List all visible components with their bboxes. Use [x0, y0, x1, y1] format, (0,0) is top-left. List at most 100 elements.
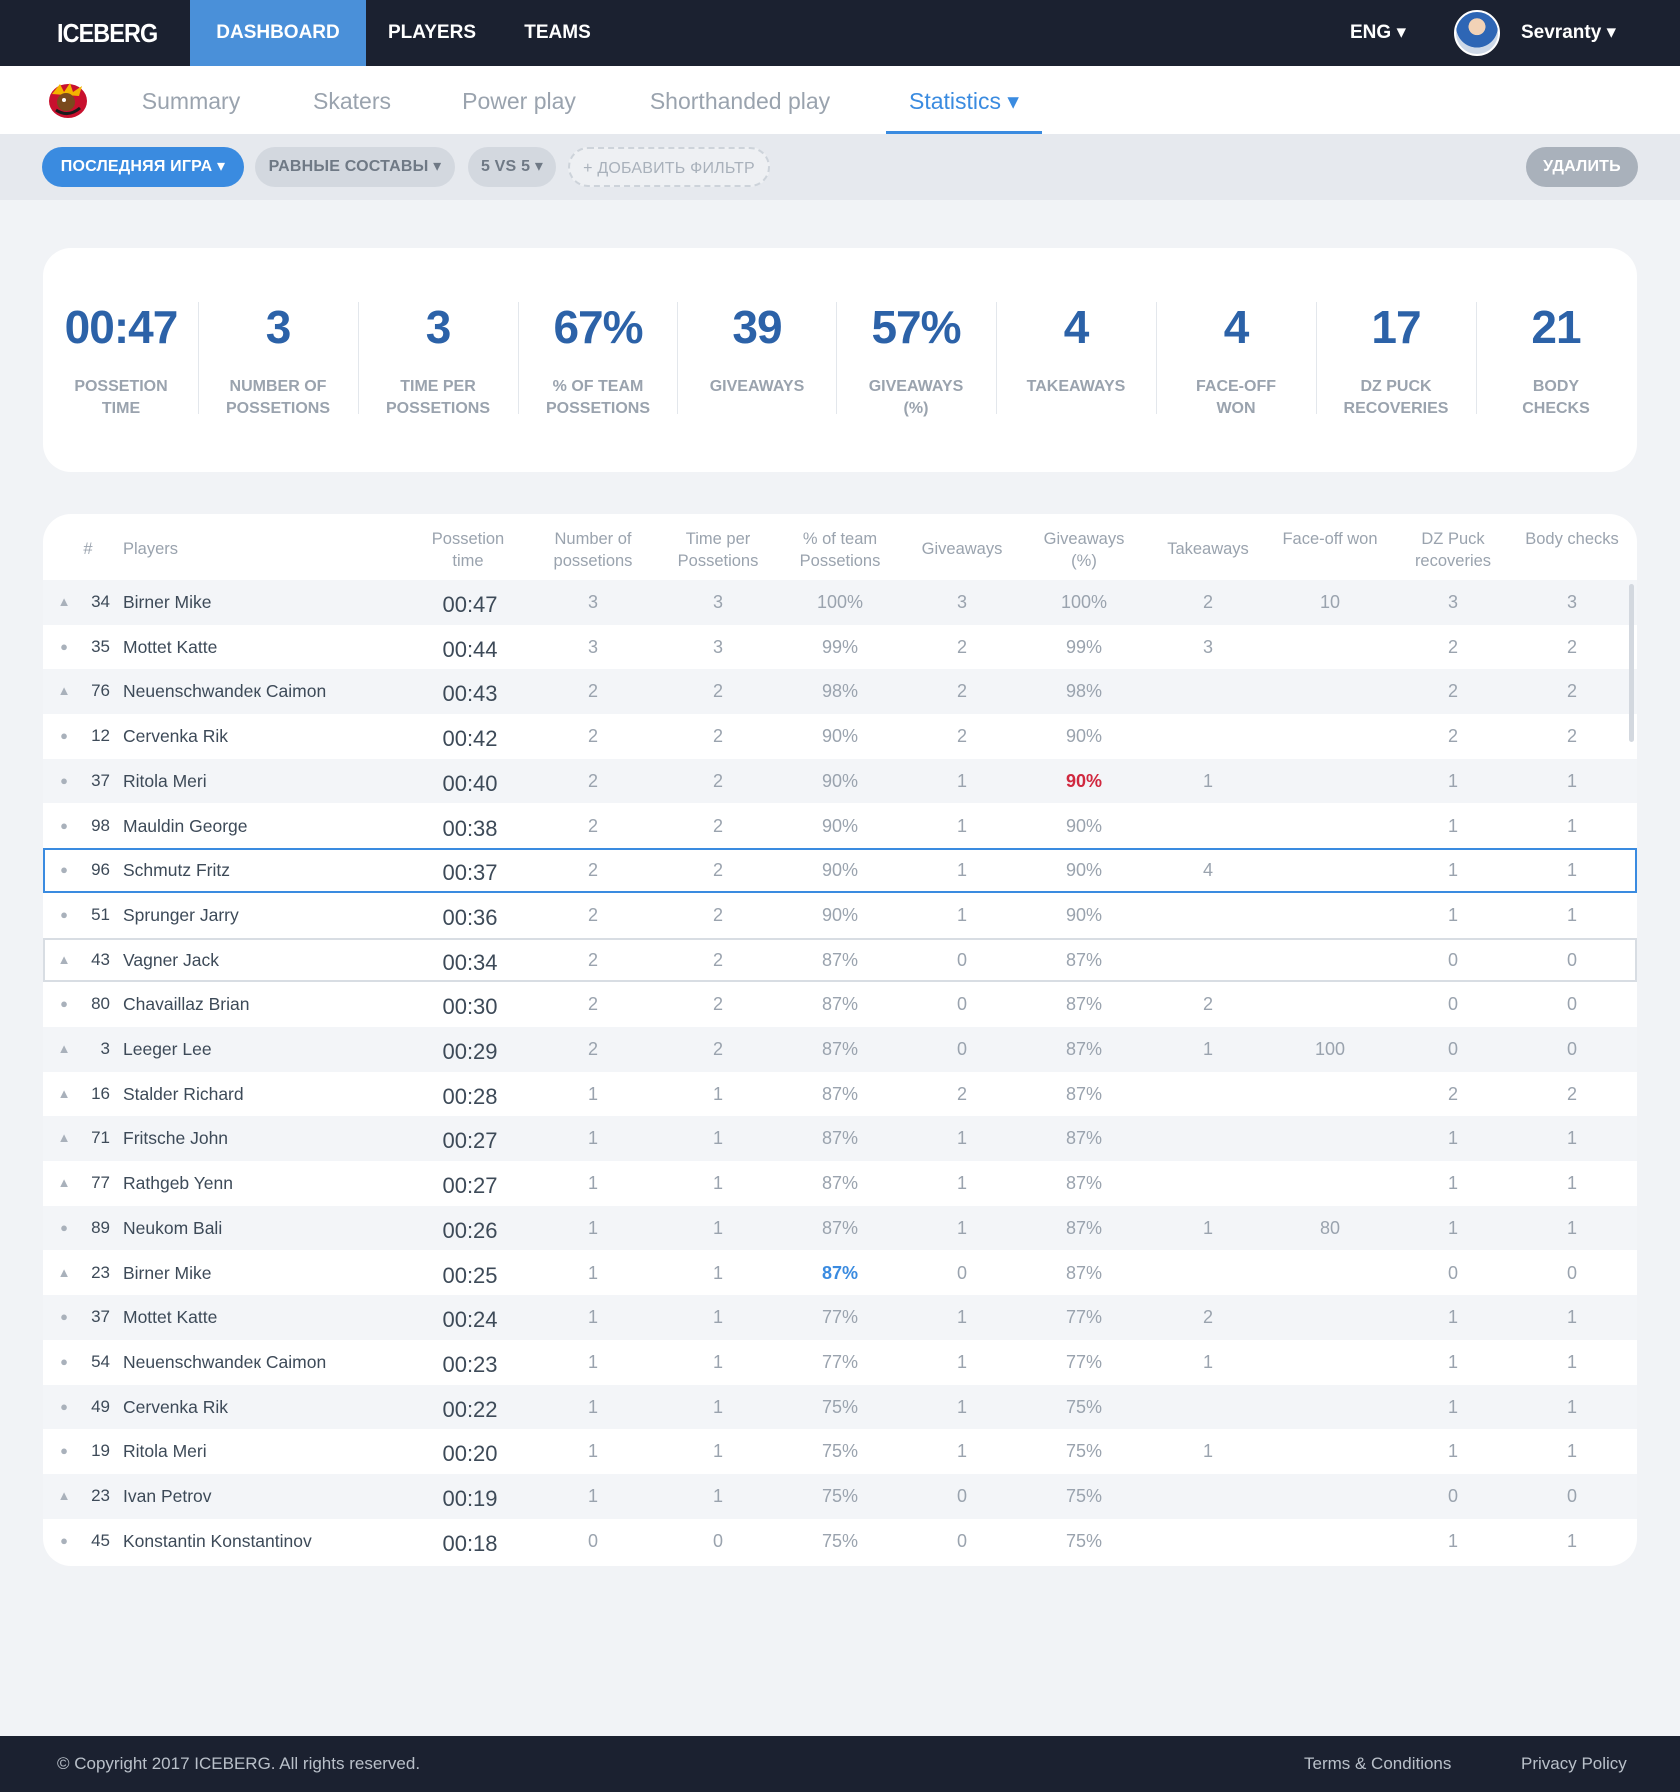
cell-face	[1280, 893, 1380, 938]
cell-take	[1158, 1519, 1258, 1564]
cell-face	[1280, 714, 1380, 759]
row-trend-icon: ●	[60, 862, 68, 878]
cell-nposs: 2	[587, 949, 598, 970]
tab-shorthanded-play[interactable]: Shorthanded play	[636, 66, 844, 134]
cell-tposs: 2	[712, 681, 723, 702]
cell-face	[1280, 1295, 1380, 1340]
cell-givepct: 90%	[1065, 770, 1103, 791]
col-header-face-off-won[interactable]: Face-off won	[1280, 528, 1380, 550]
possetion-time: 00:22	[442, 1396, 498, 1422]
summary-stat: 21 BODY CHECKS	[1476, 248, 1636, 472]
summary-stat-label: BODY CHECKS	[1522, 378, 1590, 417]
tab-summary[interactable]: Summary	[130, 66, 252, 134]
tab-power-play[interactable]: Power play	[446, 66, 592, 134]
brand-logo[interactable]: ICEBERG	[57, 0, 158, 66]
cell-take: 3	[1202, 636, 1213, 657]
player-name: Ritola Meri	[123, 770, 207, 791]
cell-givepct: 87%	[1065, 1039, 1103, 1059]
cell-givepct: 75%	[1065, 1486, 1103, 1506]
privacy-link[interactable]: Privacy Policy	[1521, 1736, 1627, 1792]
cell-body: 3	[1566, 592, 1577, 612]
cell-givepct: 75%	[1065, 1530, 1103, 1551]
cell-body: 1	[1566, 860, 1577, 881]
cell-dz: 3	[1447, 592, 1458, 612]
player-number: 34	[91, 592, 110, 611]
player-name: Mottet Katte	[123, 1307, 218, 1328]
player-number: 54	[91, 1351, 110, 1371]
row-trend-icon: ▲	[57, 951, 71, 967]
copyright-text: © Copyright 2017 ICEBERG. All rights res…	[57, 1754, 421, 1773]
cell-take: 2	[1202, 592, 1213, 612]
player-number: 49	[91, 1396, 110, 1416]
row-trend-icon: ●	[60, 638, 68, 654]
nav-teams[interactable]: TEAMS	[515, 0, 600, 66]
player-name: Birner Mike	[123, 1262, 212, 1283]
col-header-giveaways[interactable]: Giveaways	[910, 538, 1014, 560]
tab-statistics[interactable]: Statistics ▾	[886, 66, 1042, 134]
terms-link[interactable]: Terms & Conditions	[1304, 1736, 1451, 1792]
cell-dz: 2	[1447, 726, 1458, 747]
tab-skaters[interactable]: Skaters	[300, 66, 404, 134]
col-header-number-of-possetions[interactable]: Number of possetions	[538, 528, 648, 572]
player-name: Ivan Petrov	[123, 1486, 212, 1506]
cell-take: 1	[1202, 1217, 1213, 1238]
col-header-body-checks[interactable]: Body checks	[1522, 528, 1622, 550]
row-trend-icon: ▲	[57, 1264, 71, 1280]
player-number: 43	[91, 949, 110, 969]
cell-face	[1280, 1519, 1380, 1564]
filter-5vs5[interactable]: 5 VS 5 ▾	[468, 147, 556, 187]
player-name: Mauldin George	[123, 815, 248, 836]
col-header-number[interactable]: #	[74, 538, 102, 560]
filter-equal-strength[interactable]: РАВНЫЕ СОСТАВЫ ▾	[255, 147, 455, 187]
player-name: Stalder Richard	[123, 1083, 244, 1104]
add-filter-button[interactable]: + ДОБАВИТЬ ФИЛЬТР	[568, 147, 770, 187]
cell-body: 2	[1566, 726, 1577, 747]
player-name: Fritsche John	[123, 1128, 229, 1149]
cell-take	[1158, 1116, 1258, 1161]
col-header-time-per-possetions[interactable]: Time per Possetions	[664, 528, 772, 572]
cell-body: 0	[1566, 949, 1577, 970]
cell-pct: 98%	[821, 681, 859, 702]
delete-filters-button[interactable]: УДАЛИТЬ	[1526, 147, 1638, 187]
cell-face: 100	[1314, 1039, 1346, 1059]
col-header-dz-puck-recoveries[interactable]: DZ Puck recoveries	[1398, 528, 1508, 572]
nav-dashboard[interactable]: DASHBOARD	[190, 0, 366, 66]
nav-players[interactable]: PLAYERS	[382, 0, 482, 66]
cell-give: 1	[956, 815, 967, 836]
cell-dz: 1	[1447, 1351, 1458, 1372]
cell-nposs: 1	[587, 1083, 598, 1104]
table-scrollbar[interactable]	[1629, 584, 1634, 742]
cell-face	[1280, 1340, 1380, 1385]
language-select[interactable]: ENG ▾	[1350, 0, 1406, 66]
col-header-players[interactable]: Players	[123, 538, 223, 560]
cell-nposs: 1	[587, 1217, 598, 1238]
user-avatar[interactable]	[1454, 10, 1500, 56]
user-menu[interactable]: Sevranty ▾	[1521, 0, 1616, 66]
cell-tposs: 2	[712, 994, 723, 1015]
cell-give: 2	[956, 636, 967, 657]
player-number: 3	[100, 1039, 110, 1058]
possetion-time: 00:19	[442, 1486, 498, 1511]
col-header-takeaways[interactable]: Takeaways	[1158, 538, 1258, 560]
cell-pct: 90%	[821, 860, 859, 881]
col-header-giveaways-pct[interactable]: Giveaways (%)	[1034, 528, 1134, 572]
cell-give: 0	[956, 1262, 967, 1283]
cell-body: 1	[1566, 815, 1577, 836]
filter-last-game[interactable]: ПОСЛЕДНЯЯ ИГРА ▾	[42, 147, 244, 187]
possetion-time: 00:25	[442, 1262, 498, 1288]
cell-body: 1	[1566, 1530, 1577, 1551]
player-number: 51	[91, 904, 110, 924]
col-header-pct-team-possetions[interactable]: % of team Possetions	[780, 528, 900, 572]
cell-nposs: 2	[587, 860, 598, 881]
col-header-possetion-time[interactable]: Possetion time	[418, 528, 518, 572]
row-trend-icon: ●	[60, 772, 68, 788]
team-logo-icon	[49, 83, 87, 118]
cell-nposs: 2	[587, 726, 598, 747]
cell-take	[1158, 714, 1258, 759]
stat-divider	[836, 302, 837, 414]
player-name: Cervenka Rik	[123, 726, 229, 747]
possetion-time: 00:23	[442, 1351, 498, 1377]
cell-givepct: 90%	[1065, 860, 1103, 881]
cell-face: 10	[1319, 592, 1341, 612]
cell-pct: 75%	[821, 1441, 859, 1462]
